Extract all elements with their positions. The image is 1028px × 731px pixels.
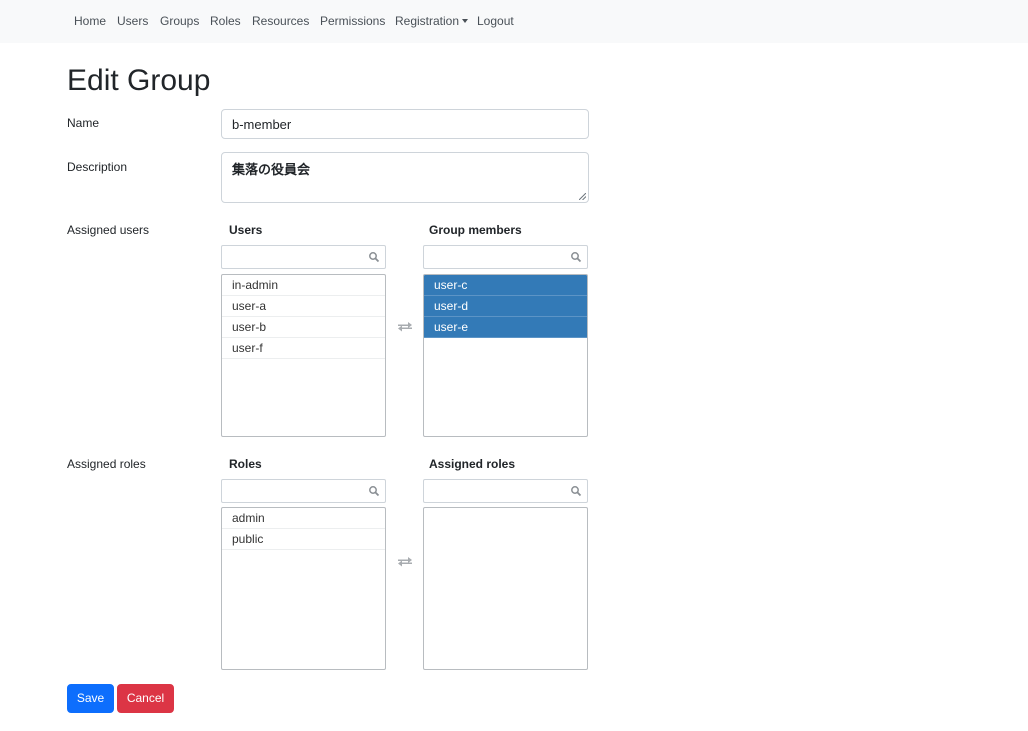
nav-users-link[interactable]: Users (117, 14, 148, 28)
swap-arrows-icon[interactable] (397, 320, 413, 332)
search-icon (571, 252, 582, 263)
nav-permissions-link[interactable]: Permissions (320, 14, 385, 28)
nav-roles-link[interactable]: Roles (210, 14, 241, 28)
name-label: Name (67, 116, 100, 130)
caret-down-icon (462, 18, 469, 23)
description-label: Description (67, 160, 128, 174)
description-text: 集落の役員会 (232, 162, 311, 177)
nav-groups-link[interactable]: Groups (160, 14, 199, 28)
search-icon (369, 252, 380, 263)
roles-list-title: Roles (229, 457, 262, 471)
nav-home-link[interactable]: Home (74, 14, 106, 28)
list-item-member[interactable]: user-d (424, 296, 587, 317)
nav-registration-label: Registration (395, 14, 460, 28)
assigned-users-label: Assigned users (67, 223, 150, 237)
group-members-list[interactable]: user-c user-d user-e (423, 274, 588, 437)
nav-logout-link[interactable]: Logout (477, 14, 514, 28)
roles-filter-input[interactable] (221, 479, 386, 503)
name-input[interactable] (221, 109, 589, 139)
list-item-user[interactable]: user-a (222, 296, 385, 317)
group-members-filter-input[interactable] (423, 245, 588, 269)
assigned-roles-list[interactable] (423, 507, 588, 670)
search-icon (571, 486, 582, 497)
assigned-roles-title: Assigned roles (429, 457, 516, 471)
group-members-title: Group members (429, 223, 522, 237)
navbar: Home Users Groups Roles Resources Permis… (0, 0, 1028, 43)
search-icon (369, 486, 380, 497)
roles-available-list[interactable]: admin public (221, 507, 386, 670)
list-item-member[interactable]: user-e (424, 317, 587, 338)
list-item-user[interactable]: user-f (222, 338, 385, 359)
list-item-role[interactable]: admin (222, 508, 385, 529)
list-item-user[interactable]: user-b (222, 317, 385, 338)
save-button[interactable]: Save (67, 684, 114, 713)
users-list-title: Users (229, 223, 263, 237)
list-item-member[interactable]: user-c (424, 275, 587, 296)
page-title: Edit Group (67, 64, 211, 97)
nav-resources-link[interactable]: Resources (252, 14, 309, 28)
users-filter-input[interactable] (221, 245, 386, 269)
assigned-roles-filter-input[interactable] (423, 479, 588, 503)
cancel-button[interactable]: Cancel (117, 684, 174, 713)
swap-arrows-icon[interactable] (397, 555, 413, 567)
resize-grip-icon[interactable] (579, 193, 586, 200)
users-available-list[interactable]: in-admin user-a user-b user-f (221, 274, 386, 437)
list-item-role[interactable]: public (222, 529, 385, 550)
description-textarea[interactable]: 集落の役員会 (221, 152, 589, 203)
nav-registration-dropdown[interactable]: Registration (395, 14, 469, 28)
list-item-user[interactable]: in-admin (222, 275, 385, 296)
assigned-roles-label: Assigned roles (67, 457, 146, 471)
